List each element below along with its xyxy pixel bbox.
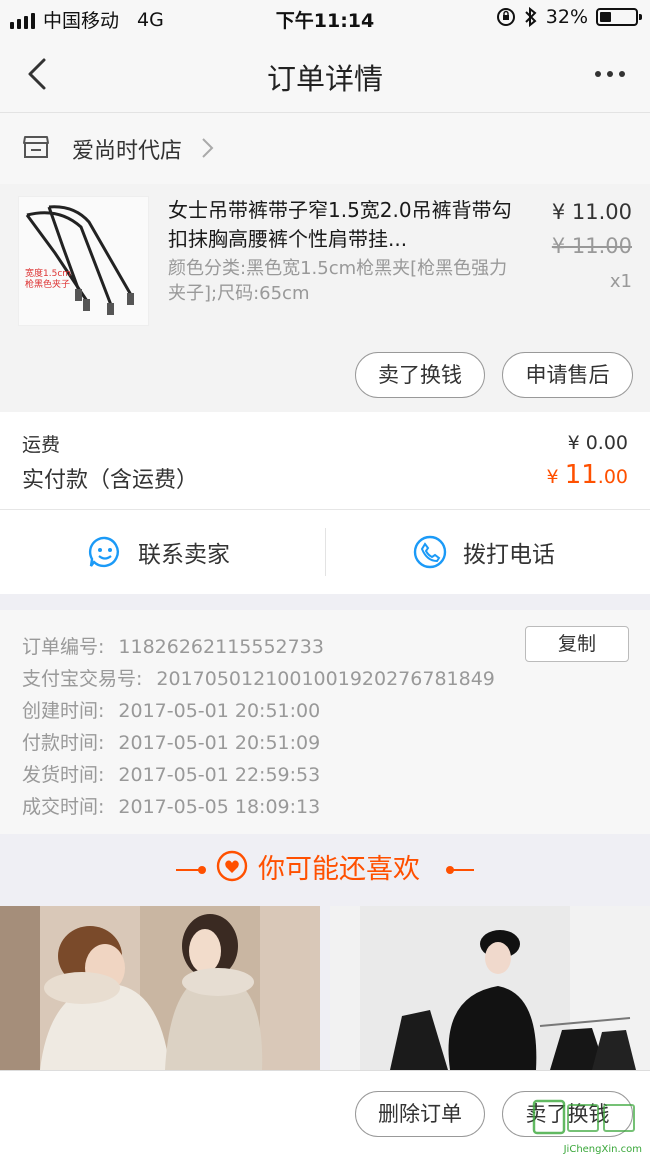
recommend-title: 你可能还喜欢 bbox=[258, 854, 420, 885]
created-time-row: 创建时间: 2017-05-01 20:51:00 bbox=[22, 700, 321, 722]
original-price: ¥ 11.00 bbox=[551, 234, 632, 258]
shipping-label: 运费 bbox=[22, 434, 61, 456]
battery-percent: 32% bbox=[545, 6, 588, 28]
chevron-right-icon bbox=[202, 138, 214, 158]
shipped-time-row: 发货时间: 2017-05-01 22:59:53 bbox=[22, 764, 321, 786]
order-info: 订单编号: 11826262115552733 支付宝交易号: 2017050121… bbox=[0, 610, 650, 834]
watermark-text: JiChengXin.com bbox=[563, 1144, 642, 1155]
watermark-logo bbox=[532, 1099, 635, 1135]
store-row[interactable]: 爱尚时代店 bbox=[0, 112, 650, 184]
product-card[interactable]: 宽度1.5cm 枪黑色夹子 女士吊带裤带子窄1.5宽2.0吊裤背带勾扣抹胸高腰裤… bbox=[0, 184, 650, 412]
more-options-icon[interactable] bbox=[590, 56, 630, 92]
battery-icon bbox=[596, 8, 642, 26]
chat-face-icon bbox=[88, 536, 119, 568]
status-bar: 中国移动 4G 下午11:14 32% bbox=[0, 0, 650, 36]
recommend-item-2[interactable] bbox=[330, 906, 650, 1070]
completed-time-row: 成交时间: 2017-05-05 18:09:13 bbox=[22, 796, 321, 818]
product-price: ¥ 11.00 bbox=[551, 200, 632, 224]
product-title[interactable]: 女士吊带裤带子窄1.5宽2.0吊裤背带勾扣抹胸高腰裤个性肩带挂... bbox=[168, 196, 518, 254]
page-title: 订单详情 bbox=[266, 62, 383, 96]
header-left-dot bbox=[198, 866, 206, 874]
recommend-header: 你可能还喜欢 bbox=[0, 834, 650, 906]
paid-time-row: 付款时间: 2017-05-01 20:51:09 bbox=[22, 732, 321, 754]
recommend-image-2 bbox=[330, 906, 650, 1070]
bluetooth-icon bbox=[525, 6, 537, 28]
bottom-action-bar: 删除订单 卖了换钱 JiChengXin.com bbox=[0, 1070, 650, 1156]
after-sale-button[interactable]: 申请售后 bbox=[502, 352, 633, 398]
product-thumbnail[interactable]: 宽度1.5cm 枪黑色夹子 bbox=[18, 196, 149, 326]
product-quantity: x1 bbox=[609, 271, 632, 292]
resell-button[interactable]: 卖了换钱 bbox=[355, 352, 485, 398]
paid-label: 实付款（含运费） bbox=[22, 468, 199, 493]
store-icon bbox=[23, 136, 49, 158]
nav-bar: 订单详情 bbox=[0, 36, 650, 112]
contact-seller-button[interactable]: 联系卖家 bbox=[88, 510, 230, 594]
call-phone-label: 拨打电话 bbox=[463, 542, 555, 568]
thumbnail-caption: 宽度1.5cm 枪黑色夹子 bbox=[25, 269, 72, 290]
copy-button[interactable]: 复制 bbox=[525, 626, 629, 662]
suspender-image bbox=[25, 205, 134, 315]
delete-order-button[interactable]: 删除订单 bbox=[355, 1091, 485, 1137]
paid-amount: ¥ 11.00 bbox=[546, 460, 628, 490]
recommend-image-1 bbox=[0, 906, 320, 1070]
contact-bar: 联系卖家 拨打电话 bbox=[0, 510, 650, 594]
store-name[interactable]: 爱尚时代店 bbox=[72, 133, 182, 165]
site-watermark: JiChengXin.com bbox=[528, 1099, 646, 1155]
rotation-lock-icon bbox=[496, 8, 515, 26]
contact-seller-label: 联系卖家 bbox=[138, 542, 230, 568]
contact-divider bbox=[325, 528, 326, 576]
product-spec: 颜色分类:黑色宽1.5cm枪黑夹[枪黑色强力夹子];尺码:65cm bbox=[168, 258, 508, 304]
phone-icon bbox=[413, 535, 447, 569]
alipay-trade-row: 支付宝交易号: 2017050121001001920276781849 bbox=[22, 668, 495, 690]
header-right-line bbox=[450, 869, 474, 871]
recommend-item-1[interactable] bbox=[0, 906, 320, 1070]
shipping-value: ¥ 0.00 bbox=[567, 432, 628, 454]
call-phone-button[interactable]: 拨打电话 bbox=[413, 510, 555, 594]
fee-summary: 运费 ¥ 0.00 实付款（含运费） ¥ 11.00 bbox=[0, 412, 650, 510]
heart-icon bbox=[216, 850, 248, 882]
order-number-row: 订单编号: 11826262115552733 bbox=[22, 636, 324, 658]
